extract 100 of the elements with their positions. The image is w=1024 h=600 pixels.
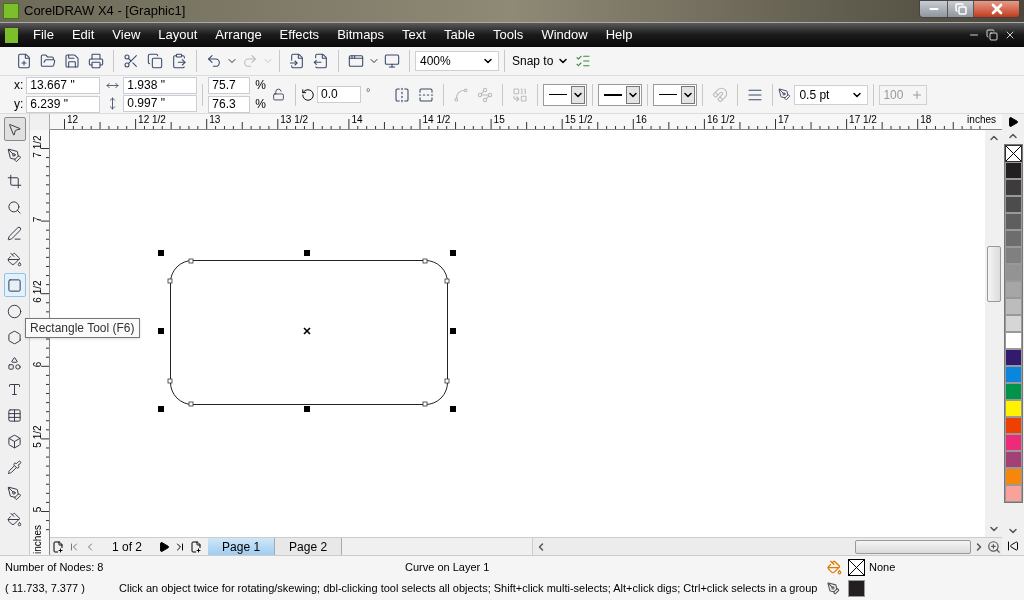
selection-handle[interactable] [450,328,456,334]
ruler-unit: inches [967,114,996,125]
close-button[interactable] [973,1,1019,17]
menu-item[interactable]: Layout [158,25,198,45]
copy-icon [147,53,163,69]
selection-handle[interactable] [450,406,456,412]
selection-handle[interactable] [304,250,310,256]
color-swatch[interactable] [1004,468,1022,485]
color-swatch[interactable] [1004,332,1022,349]
close-icon[interactable] [1004,29,1016,41]
color-swatch[interactable] [1004,315,1022,332]
menu-item[interactable]: Table [443,25,475,45]
menu-item[interactable]: Edit [71,25,95,45]
add-page-icon[interactable] [52,540,64,553]
color-swatch[interactable] [1004,417,1022,434]
next-page-icon[interactable] [158,540,171,553]
color-swatch[interactable] [1004,179,1022,196]
x-position-field[interactable]: 13.667 " [26,76,101,94]
node-marker[interactable] [444,378,450,384]
zoom-combo[interactable]: 400% [415,51,499,71]
minimize-button[interactable] [920,1,947,17]
color-swatch[interactable] [1004,383,1022,400]
selection-handle[interactable] [450,250,456,256]
rotation-field[interactable]: 0.0 [317,86,361,103]
snap-to-button[interactable]: Snap to [510,52,572,70]
tool-button[interactable] [3,117,26,141]
menu-item[interactable]: Help [605,25,633,45]
node-marker[interactable] [188,401,194,407]
paste-icon [171,53,187,69]
restore-button[interactable] [947,1,973,17]
node-marker[interactable] [422,258,428,264]
color-swatch[interactable] [1004,400,1022,417]
no-color-swatch[interactable] [1004,145,1022,162]
scrollbar-thumb[interactable] [986,245,1001,302]
height-field[interactable]: 0.997 " [123,95,198,112]
menu-item[interactable]: Bitmaps [337,25,385,45]
node-marker[interactable] [167,378,173,384]
menu-item[interactable]: Window [541,25,588,45]
first-page-icon[interactable] [68,540,80,553]
color-swatch[interactable] [1004,451,1022,468]
menu-item[interactable]: Text [402,25,426,45]
node-marker[interactable] [422,401,428,407]
save-icon [64,53,80,69]
fill-icon [827,560,842,575]
selection-handle[interactable] [158,250,164,256]
selection-handle[interactable] [158,406,164,412]
color-swatch[interactable] [1004,434,1022,451]
color-swatch[interactable] [1004,485,1022,502]
cut-icon [123,53,139,69]
node-marker[interactable] [188,258,194,264]
menu-item[interactable]: View [112,25,141,45]
fill-label: None [869,560,897,576]
percent-label: % [255,77,266,94]
menu-item[interactable]: Tools [493,25,524,45]
end-arrowhead-combo[interactable] [653,83,698,106]
selection-handle[interactable] [158,328,164,334]
line-style-combo[interactable] [598,83,643,106]
rotation-icon [301,87,315,102]
restore-icon[interactable] [986,29,998,41]
color-swatch[interactable] [1004,366,1022,383]
percent-label: % [255,96,266,113]
horizontal-scrollbar[interactable] [532,538,1002,555]
color-swatch[interactable] [1004,213,1022,230]
scale-x-field[interactable]: 75.7 [208,76,251,94]
selection-handle[interactable] [304,406,310,412]
menu-item[interactable]: Arrange [215,25,262,45]
no-fill-swatch[interactable] [848,559,865,576]
menu-item[interactable]: File [33,25,54,45]
menu-item[interactable]: Effects [279,25,320,45]
lock-ratio-icon [271,88,285,101]
page-tab[interactable]: Page 2 [275,538,343,555]
add-page-icon[interactable] [190,540,203,553]
crop-tool-icon [7,173,22,189]
scrollbar-thumb[interactable] [855,539,971,554]
color-swatch[interactable] [1004,264,1022,281]
color-swatch[interactable] [1004,196,1022,213]
outline-width-combo[interactable]: 0.5 pt [794,84,869,105]
color-swatch[interactable] [1004,247,1022,264]
freehand-tool-icon [7,225,22,241]
color-swatch[interactable] [1004,298,1022,315]
palette-menu-icon[interactable] [1007,116,1019,128]
start-arrowhead-combo[interactable] [543,83,588,106]
hint-text: Click an object twice for rotating/skewing; dbl-clicking tool selects all objects; Shift+click multi-selects; Alt+click digs; Ctrl+click selects in a group [119,581,818,597]
ruler-label: 15 [493,114,505,125]
fill-tool-icon [7,511,22,527]
color-swatch[interactable] [1004,281,1022,298]
width-field[interactable]: 1.938 " [123,77,198,94]
ruler-label: 7 [31,215,43,224]
y-position-field[interactable]: 6.239 " [26,95,101,113]
outline-color-swatch[interactable] [848,580,865,597]
color-swatch[interactable] [1004,230,1022,247]
scale-y-field[interactable]: 76.3 [208,95,251,113]
zoom-icon[interactable] [987,539,1001,554]
node-marker[interactable] [167,278,173,284]
color-swatch[interactable] [1004,162,1022,179]
expand-palette-icon[interactable] [1007,540,1019,552]
node-marker[interactable] [444,278,450,284]
color-swatch[interactable] [1004,349,1022,366]
page-tab[interactable]: Page 1 [208,538,276,555]
center-mark-icon[interactable] [303,327,311,335]
